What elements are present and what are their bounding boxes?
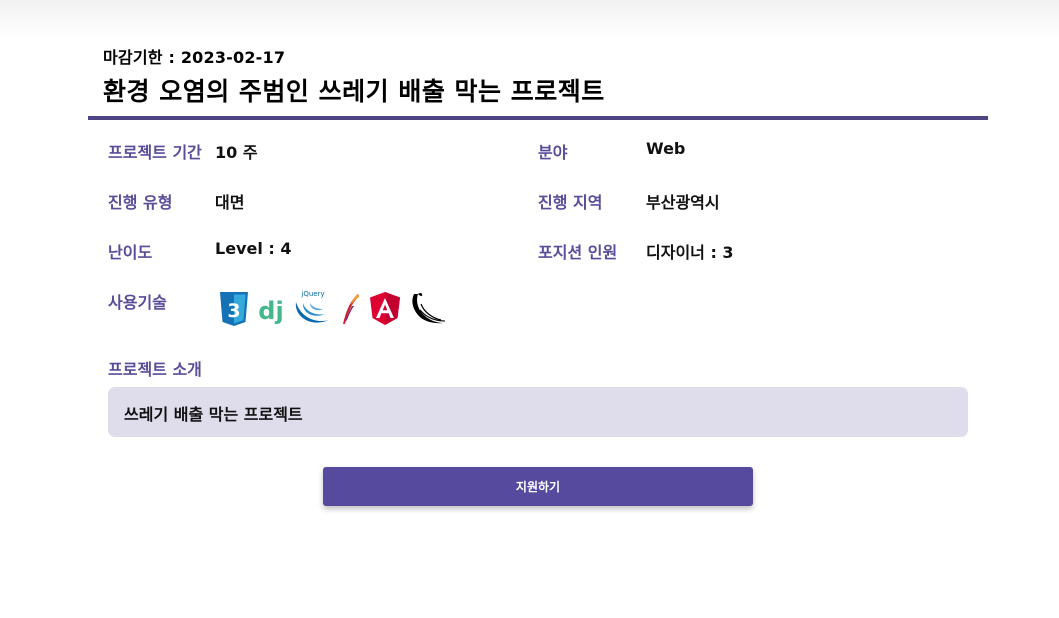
type-label: 진행 유형: [108, 193, 173, 212]
intro-label: 프로젝트 소개: [108, 360, 202, 379]
region-value: 부산광역시: [646, 193, 720, 212]
top-shade: [0, 0, 1059, 40]
page-title: 환경 오염의 주범인 쓰레기 배출 막는 프로젝트: [103, 77, 605, 106]
apply-button[interactable]: 지원하기: [323, 467, 753, 506]
region-label: 진행 지역: [538, 193, 603, 212]
type-value: 대면: [215, 193, 245, 212]
angular-icon: [370, 292, 400, 325]
tech-label: 사용기술: [108, 293, 167, 312]
svg-text:jQuery: jQuery: [300, 290, 324, 298]
field-value: Web: [646, 139, 686, 158]
django-icon: dj: [258, 297, 283, 325]
difficulty-value: Level : 4: [215, 239, 292, 258]
intro-text: 쓰레기 배출 막는 프로젝트: [124, 405, 303, 424]
intro-box: 쓰레기 배출 막는 프로젝트: [108, 387, 968, 437]
position-label: 포지션 인원: [538, 243, 618, 262]
flask-icon: [412, 292, 446, 324]
svg-text:3: 3: [227, 300, 240, 322]
field-label: 분야: [538, 143, 568, 162]
css3-icon: 3: [220, 292, 248, 326]
apache-feather-icon: [343, 294, 359, 324]
jquery-icon: jQuery: [295, 290, 329, 323]
difficulty-label: 난이도: [108, 243, 153, 262]
deadline-text: 마감기한 : 2023-02-17: [103, 48, 286, 67]
tech-stack-list: 3 dj jQuery: [218, 288, 448, 330]
position-value: 디자이너 : 3: [646, 243, 734, 262]
period-value: 10 주: [215, 143, 258, 162]
period-label: 프로젝트 기간: [108, 143, 202, 162]
svg-text:dj: dj: [258, 297, 283, 325]
title-divider: [88, 116, 988, 120]
